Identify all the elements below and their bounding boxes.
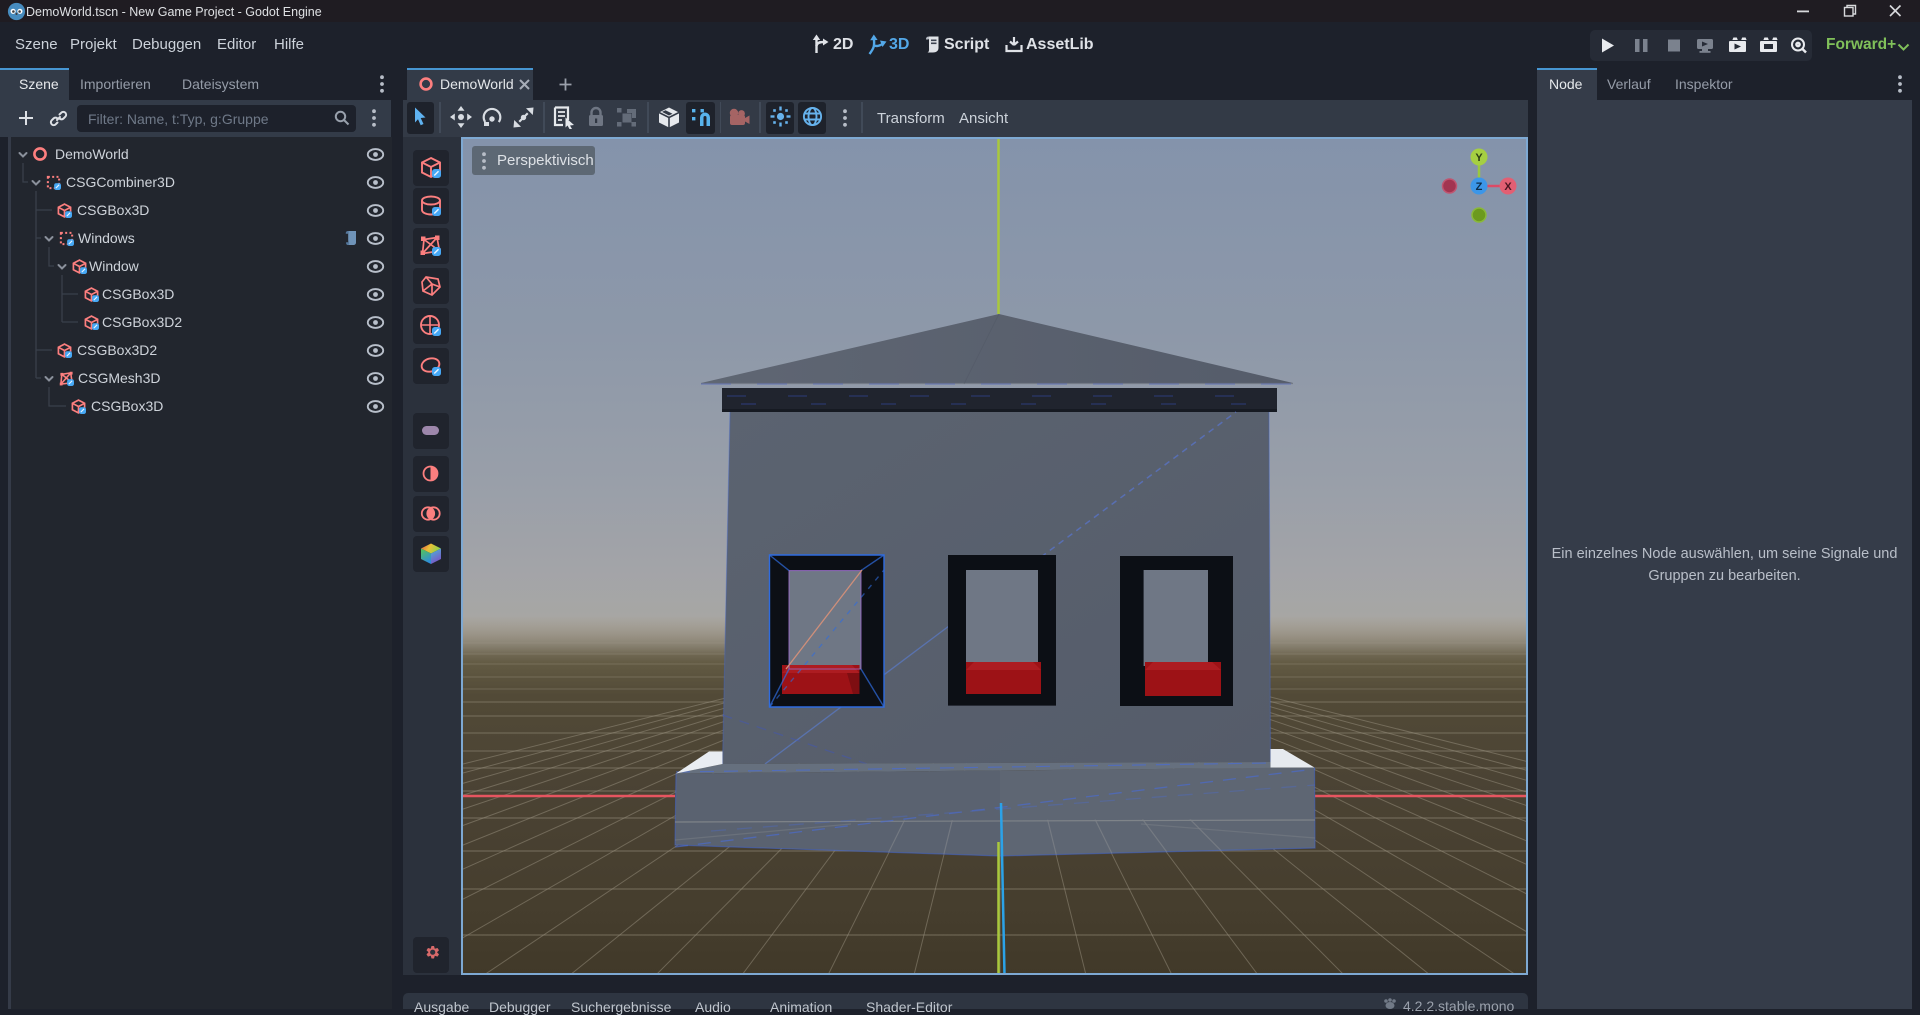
svg-text:X: X [1504, 181, 1512, 193]
svg-text:Y: Y [1475, 152, 1483, 164]
svg-text:Z: Z [1476, 181, 1483, 193]
